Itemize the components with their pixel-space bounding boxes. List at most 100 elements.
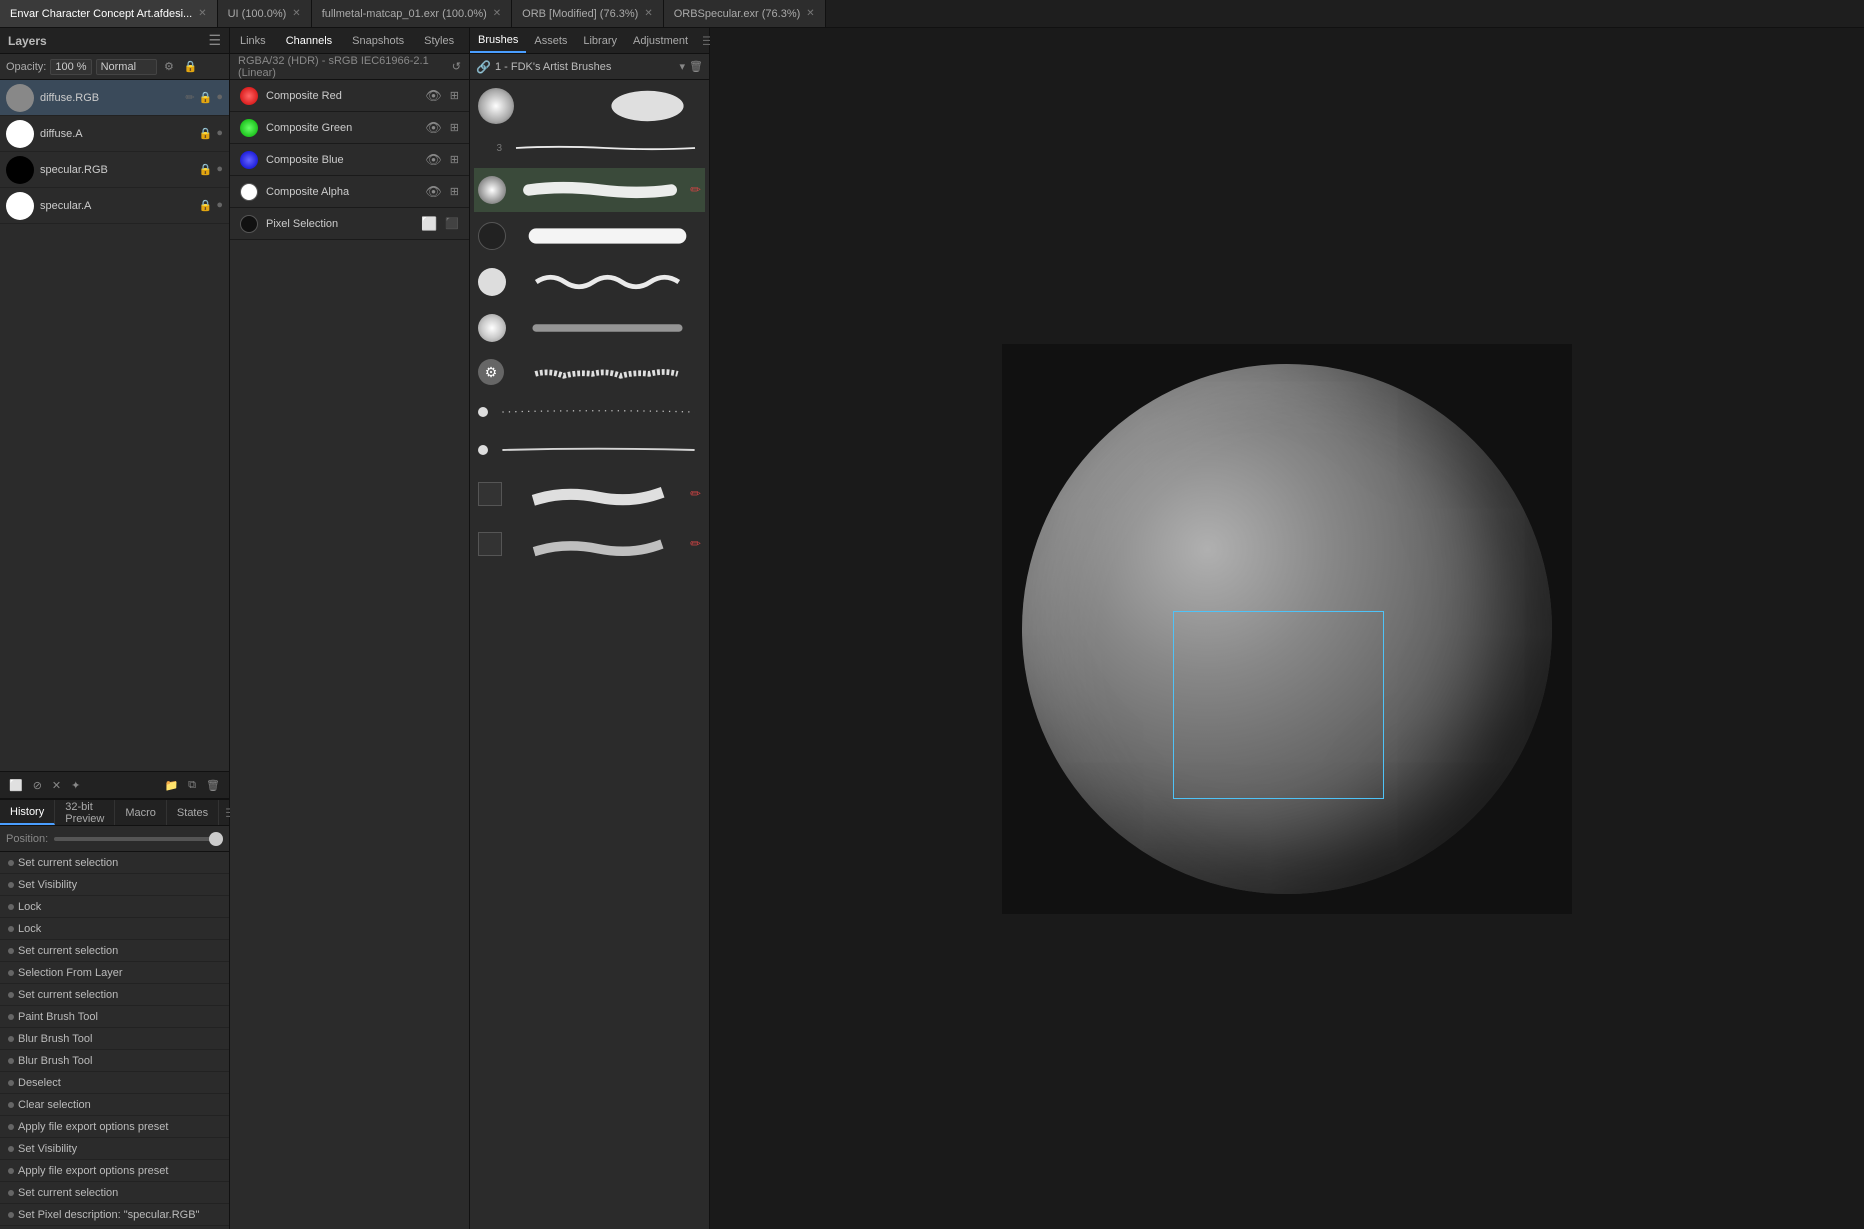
- history-item-3[interactable]: Lock: [0, 918, 229, 940]
- brush-item-5[interactable]: [474, 306, 705, 350]
- history-item-11[interactable]: Clear selection: [0, 1094, 229, 1116]
- layer-pen-icon[interactable]: ✏: [185, 91, 194, 104]
- brush-item-3[interactable]: [474, 214, 705, 258]
- channel-item-green[interactable]: Composite Green 👁 ⊞: [230, 112, 469, 144]
- brush-item-10[interactable]: ✏: [474, 520, 705, 568]
- layer-lock-icon-1[interactable]: 🔒: [199, 127, 213, 140]
- channel-adjust-red[interactable]: ⊞: [450, 89, 459, 102]
- history-item-5[interactable]: Selection From Layer: [0, 962, 229, 984]
- tab-close-envar[interactable]: ✕: [198, 8, 206, 19]
- layer-item-3[interactable]: specular.A 🔒 ●: [0, 188, 229, 224]
- position-thumb[interactable]: [209, 832, 223, 846]
- channel-tab-links[interactable]: Links: [230, 28, 276, 53]
- tab-envar[interactable]: Envar Character Concept Art.afdesi... ✕: [0, 0, 218, 27]
- tab-states[interactable]: States: [167, 800, 219, 825]
- brush-item-1[interactable]: 3: [474, 130, 705, 166]
- tab-orbspec[interactable]: ORBSpecular.exr (76.3%) ✕: [664, 0, 826, 27]
- layer-tool-group[interactable]: 📁: [161, 778, 181, 793]
- channel-tab-snapshots[interactable]: Snapshots: [342, 28, 414, 53]
- history-item-14[interactable]: Apply file export options preset: [0, 1160, 229, 1182]
- tab-orb[interactable]: ORB [Modified] (76.3%) ✕: [512, 0, 664, 27]
- brush-item-8[interactable]: [474, 432, 705, 468]
- history-item-2[interactable]: Lock: [0, 896, 229, 918]
- history-item-13[interactable]: Set Visibility: [0, 1138, 229, 1160]
- opacity-value[interactable]: 100 %: [50, 59, 91, 75]
- layer-item-2[interactable]: specular.RGB 🔒 ●: [0, 152, 229, 188]
- channel-eye-red[interactable]: 👁: [425, 88, 442, 104]
- tab-ui[interactable]: UI (100.0%) ✕: [218, 0, 312, 27]
- history-item-10[interactable]: Deselect: [0, 1072, 229, 1094]
- layers-lock-icon[interactable]: 🔒: [181, 59, 201, 74]
- history-item-8[interactable]: Blur Brush Tool: [0, 1028, 229, 1050]
- layer-item-0[interactable]: diffuse.RGB ✏ 🔒 ●: [0, 80, 229, 116]
- history-item-7[interactable]: Paint Brush Tool: [0, 1006, 229, 1028]
- channel-eye-pixsel[interactable]: ⬜: [421, 216, 437, 232]
- layer-tool-1[interactable]: ⬜: [6, 778, 26, 793]
- tab-close-orbspec[interactable]: ✕: [806, 8, 814, 19]
- history-item-1[interactable]: Set Visibility: [0, 874, 229, 896]
- channel-tab-styles-label: Styles: [424, 35, 454, 47]
- tab-fullmetal[interactable]: fullmetal-matcap_01.exr (100.0%) ✕: [312, 0, 512, 27]
- brush-item-2[interactable]: ✏: [474, 168, 705, 212]
- layer-lock-icon-0[interactable]: 🔒: [199, 91, 213, 104]
- channel-adjust-pixsel[interactable]: ⬛: [445, 217, 459, 230]
- channel-eye-green[interactable]: 👁: [425, 120, 442, 136]
- layer-vis-icon-3[interactable]: ●: [216, 199, 223, 212]
- refresh-icon[interactable]: ↺: [452, 60, 461, 73]
- history-item-6[interactable]: Set current selection: [0, 984, 229, 1006]
- brushes-tab-adjustment[interactable]: Adjustment: [625, 28, 696, 53]
- layer-tool-del[interactable]: 🗑: [203, 778, 223, 793]
- layer-lock-icon-3[interactable]: 🔒: [199, 199, 213, 212]
- brush-item-6[interactable]: ⚙: [474, 352, 705, 392]
- channel-tab-channels[interactable]: Channels: [276, 28, 342, 53]
- history-item-9[interactable]: Blur Brush Tool: [0, 1050, 229, 1072]
- brush-edit-2[interactable]: ✏: [690, 182, 701, 198]
- layer-vis-icon-2[interactable]: ●: [216, 163, 223, 176]
- brush-edit-10[interactable]: ✏: [690, 536, 701, 552]
- layer-tool-3[interactable]: ✕: [49, 778, 64, 793]
- brush-preset-dropdown[interactable]: ▾: [680, 60, 686, 73]
- brush-item-4[interactable]: [474, 260, 705, 304]
- brush-item-0[interactable]: [474, 84, 705, 128]
- channel-eye-alpha[interactable]: 👁: [425, 184, 442, 200]
- history-item-15[interactable]: Set current selection: [0, 1182, 229, 1204]
- brushes-tab-assets[interactable]: Assets: [526, 28, 575, 53]
- canvas-area[interactable]: [710, 28, 1864, 1229]
- brush-preset-trash[interactable]: 🗑: [689, 60, 703, 73]
- tab-close-orb[interactable]: ✕: [644, 8, 652, 19]
- layer-tool-2[interactable]: ⊘: [30, 778, 45, 793]
- tab-close-fullmetal[interactable]: ✕: [493, 8, 501, 19]
- blend-mode-select[interactable]: Normal: [96, 59, 157, 75]
- tab-macro[interactable]: Macro: [115, 800, 167, 825]
- channel-adjust-alpha[interactable]: ⊞: [450, 185, 459, 198]
- history-item-12[interactable]: Apply file export options preset: [0, 1116, 229, 1138]
- position-slider[interactable]: [54, 837, 223, 841]
- layer-item-1[interactable]: diffuse.A 🔒 ●: [0, 116, 229, 152]
- tab-32bit[interactable]: 32-bit Preview: [55, 800, 115, 825]
- channel-adjust-green[interactable]: ⊞: [450, 121, 459, 134]
- layers-settings-icon[interactable]: ⚙: [161, 59, 177, 74]
- channel-item-red[interactable]: Composite Red 👁 ⊞: [230, 80, 469, 112]
- tab-history[interactable]: History: [0, 800, 55, 825]
- brushes-tab-library[interactable]: Library: [575, 28, 625, 53]
- brush-item-7[interactable]: [474, 394, 705, 430]
- history-item-0[interactable]: Set current selection: [0, 852, 229, 874]
- layer-vis-icon-1[interactable]: ●: [216, 127, 223, 140]
- layer-vis-icon-0[interactable]: ●: [216, 91, 223, 104]
- brush-item-9[interactable]: ✏: [474, 470, 705, 518]
- channel-tab-styles[interactable]: Styles: [414, 28, 464, 53]
- channel-item-blue[interactable]: Composite Blue 👁 ⊞: [230, 144, 469, 176]
- channel-eye-blue[interactable]: 👁: [425, 152, 442, 168]
- channel-item-pixsel[interactable]: Pixel Selection ⬜ ⬛: [230, 208, 469, 240]
- layer-lock-icon-2[interactable]: 🔒: [199, 163, 213, 176]
- channel-item-alpha[interactable]: Composite Alpha 👁 ⊞: [230, 176, 469, 208]
- tab-close-ui[interactable]: ✕: [292, 8, 300, 19]
- layer-tool-dup[interactable]: ⧉: [185, 778, 199, 793]
- history-item-16[interactable]: Set Pixel description: "specular.RGB": [0, 1204, 229, 1226]
- layers-menu-icon[interactable]: ☰: [208, 32, 221, 49]
- history-item-4[interactable]: Set current selection: [0, 940, 229, 962]
- brush-edit-9[interactable]: ✏: [690, 486, 701, 502]
- layer-tool-4[interactable]: ✦: [68, 778, 83, 793]
- channel-adjust-blue[interactable]: ⊞: [450, 153, 459, 166]
- brushes-tab-brushes[interactable]: Brushes: [470, 28, 526, 53]
